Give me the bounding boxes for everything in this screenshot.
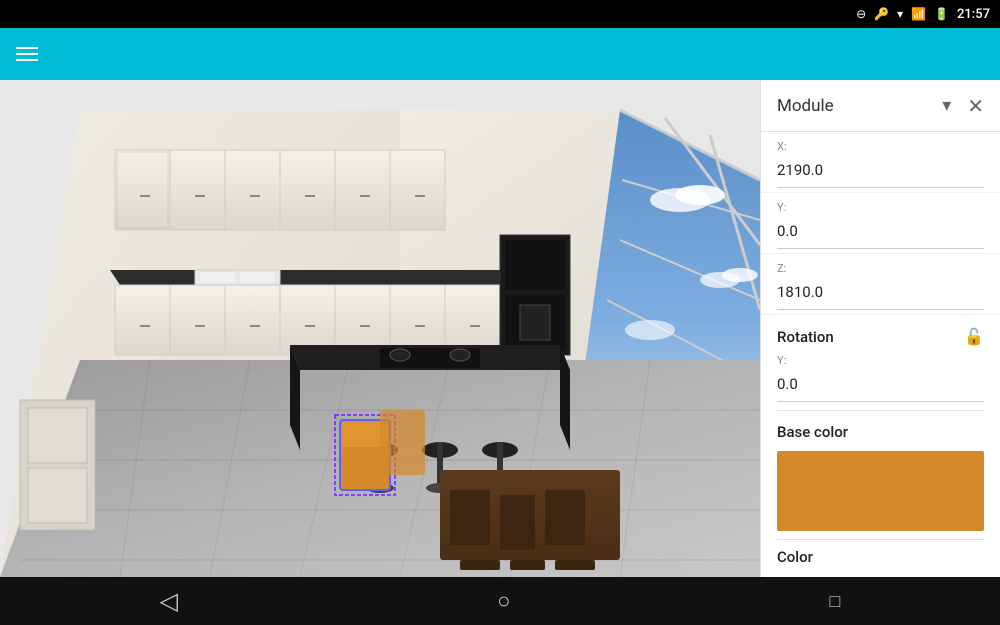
bottom-nav-bar: ◁ ○ □ [0,577,1000,625]
y-field-group: Y: 0.0 [761,193,1000,254]
x-field-group: X: 2190.0 [761,132,1000,193]
base-color-section: Base color [761,411,1000,539]
panel-dropdown-icon[interactable]: ▾ [942,95,951,116]
z-field-group: Z: 1810.0 [761,254,1000,315]
y-label: Y: [777,201,984,214]
main-content: Module ▾ ✕ X: 2190.0 Y: 0.0 Z: 1810.0 Ro… [0,80,1000,577]
menu-icon[interactable] [16,47,38,61]
rotation-header: Rotation 🔓 [777,327,984,346]
panel-close-button[interactable]: ✕ [967,94,984,118]
battery-minus-icon: ⊖ [856,7,866,21]
panel-header: Module ▾ ✕ [761,80,1000,132]
recents-button[interactable]: □ [830,591,841,612]
key-icon: 🔑 [874,7,889,21]
x-label: X: [777,140,984,153]
kitchen-scene-svg [0,80,760,577]
base-color-label: Base color [777,423,984,441]
color-swatch[interactable] [777,451,984,531]
color-section: Color [761,540,1000,574]
z-value[interactable]: 1810.0 [777,279,984,310]
color-label: Color [777,548,984,566]
back-button[interactable]: ◁ [160,587,178,615]
z-label: Z: [777,262,984,275]
signal-icon: 📶 [911,7,926,21]
battery-icon: 🔋 [934,7,949,21]
lock-icon[interactable]: 🔓 [964,327,984,346]
home-button[interactable]: ○ [497,588,510,614]
x-value[interactable]: 2190.0 [777,157,984,188]
panel-title: Module [777,96,934,116]
right-panel: Module ▾ ✕ X: 2190.0 Y: 0.0 Z: 1810.0 Ro… [760,80,1000,577]
time-display: 21:57 [957,7,990,22]
3d-view-area[interactable] [0,80,760,577]
app-bar [0,28,1000,80]
rotation-section: Rotation 🔓 Y: 0.0 [761,315,1000,410]
y-value[interactable]: 0.0 [777,218,984,249]
rotation-label: Rotation [777,328,834,346]
rotation-y-value[interactable]: 0.0 [777,371,984,402]
wifi-icon: ▾ [897,7,903,21]
rotation-y-label: Y: [777,354,984,367]
status-bar: ⊖ 🔑 ▾ 📶 🔋 21:57 [0,0,1000,28]
